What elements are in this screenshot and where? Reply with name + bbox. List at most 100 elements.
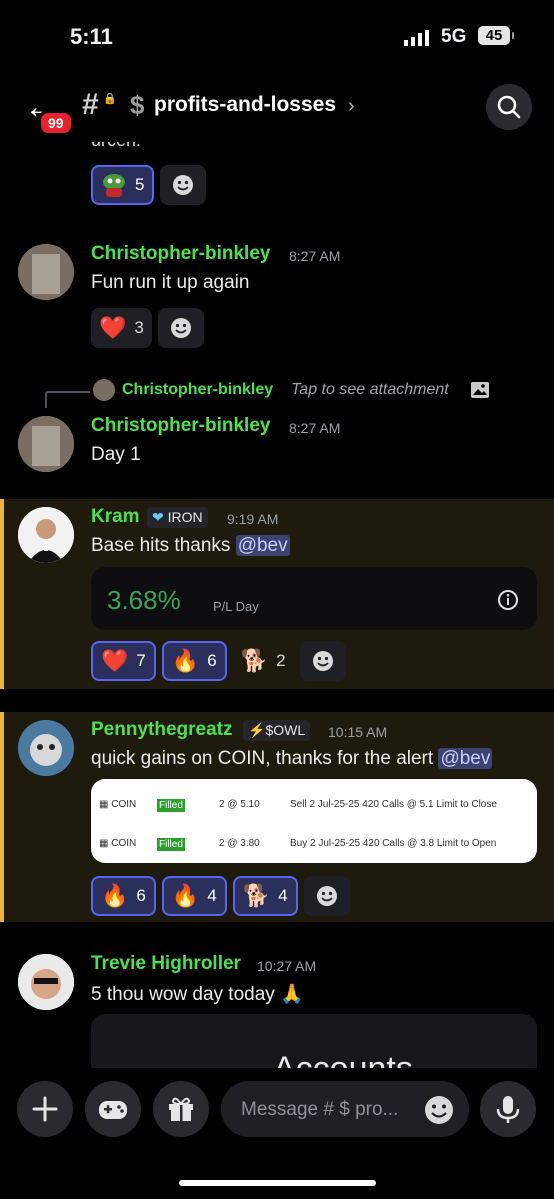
channel-header: ← 99 # 🔒 $ profits-and-losses › (0, 72, 554, 142)
reaction-fire[interactable]: 🔥 6 (91, 876, 156, 916)
add-reaction-button[interactable] (157, 308, 204, 348)
timestamp: 10:15 AM (328, 724, 388, 740)
voice-button[interactable] (480, 1081, 536, 1137)
gamepad-icon (99, 1101, 127, 1119)
emoji-picker-icon[interactable] (423, 1094, 455, 1126)
reaction-dog[interactable]: 🐕 2 (233, 641, 294, 681)
reply-preview[interactable]: Tap to see attachment (291, 381, 449, 399)
battery-icon: 45 (478, 26, 514, 45)
message-text: Fun run it up again (91, 272, 250, 293)
avatar[interactable] (18, 720, 74, 776)
message-item-highlighted: Pennythegreatz ⚡$OWL 10:15 AM quick gain… (0, 712, 554, 922)
signal-icon (404, 30, 429, 46)
gift-icon (169, 1097, 193, 1121)
fire-emoji: 🔥 (101, 883, 129, 908)
avatar[interactable] (18, 954, 74, 1010)
reaction-count: 2 (276, 651, 286, 670)
username[interactable]: Kram (91, 506, 140, 528)
message-item: Christopher-binkley 8:27 AM Fun run it u… (0, 236, 554, 356)
reaction-dog[interactable]: 🐕 4 (232, 876, 298, 916)
reaction-row: ❤️ 7 🔥 6 🐕 2 (91, 641, 346, 681)
dog-emoji: 🐕 (240, 648, 269, 673)
embed-card[interactable]: Accounts (91, 1014, 537, 1068)
gift-button[interactable] (153, 1081, 209, 1137)
timestamp: 9:19 AM (227, 511, 279, 527)
reply-avatar (93, 379, 115, 401)
reaction-fire[interactable]: 🔥 6 (161, 641, 227, 681)
smiley-icon (173, 175, 194, 195)
message-text: quick gains on COIN, thanks for the aler… (91, 748, 493, 769)
network-label: 5G (441, 26, 467, 47)
avatar[interactable] (18, 416, 74, 472)
reaction-count: 5 (135, 175, 145, 194)
dog-emoji: 🐕 (242, 883, 271, 908)
chevron-right-icon[interactable]: › (348, 95, 355, 118)
reaction-count: 4 (278, 886, 288, 905)
username[interactable]: Pennythegreatz (91, 719, 232, 741)
info-icon[interactable] (497, 589, 519, 611)
smiley-icon (170, 318, 191, 338)
lightning-icon: ⚡ (248, 722, 266, 738)
smiley-icon (316, 886, 337, 906)
reaction-count: 3 (134, 318, 144, 337)
pl-card[interactable]: 3.68% P/L Day (91, 567, 537, 630)
message-text: Day 1 (91, 444, 141, 465)
reply-username[interactable]: Christopher-binkley (122, 381, 273, 399)
add-attachment-button[interactable] (17, 1081, 73, 1137)
heart-emoji: ❤️ (99, 315, 127, 340)
reaction-count: 6 (207, 651, 217, 670)
message-input[interactable]: Message # $ pro... (221, 1081, 469, 1137)
reaction-row: ❤️ 3 (91, 308, 204, 348)
heart-icon: ❤ (152, 509, 164, 525)
reaction-heart[interactable]: ❤️ 7 (91, 641, 156, 681)
avatar[interactable] (18, 244, 74, 300)
add-reaction-button[interactable] (160, 165, 207, 205)
avatar[interactable] (18, 507, 74, 563)
reaction-row: 5 (91, 165, 207, 205)
status-bar: 5:11 5G 45 (0, 0, 554, 70)
dollar-icon: $ (130, 90, 145, 120)
message-item: Trevie Highroller 10:27 AM 5 thou wow da… (0, 946, 554, 1068)
message-placeholder: Message # $ pro... (241, 1099, 399, 1120)
pl-label: P/L Day (213, 599, 259, 614)
username[interactable]: Christopher-binkley (91, 415, 270, 437)
message-item-highlighted: Kram ❤ IRON 9:19 AM Base hits thanks @be… (0, 499, 554, 689)
status-time: 5:11 (70, 24, 113, 49)
order-row: ▦ COIN Filled 2 @ 3.80 Buy 2 Jul-25-25 4… (99, 838, 497, 851)
reaction-fire-alt[interactable]: 🔥 4 (161, 876, 227, 916)
message-text: Base hits thanks @bev (91, 535, 290, 556)
username[interactable]: Trevie Highroller (91, 953, 241, 975)
username[interactable]: Christopher-binkley (91, 243, 270, 265)
message-item: Christopher-binkley Tap to see attachmen… (0, 376, 554, 476)
timestamp: 10:27 AM (257, 958, 317, 974)
reaction-count: 7 (136, 651, 146, 670)
reaction-pepe[interactable]: 5 (91, 165, 155, 205)
activities-button[interactable] (85, 1081, 141, 1137)
cutoff-message-text: urcen! (91, 142, 141, 151)
embed-title: Accounts (273, 1050, 413, 1068)
grid-icon: ▦ (99, 838, 109, 849)
image-attachment[interactable]: ▦ COIN Filled 2 @ 5.10 Sell 2 Jul-25-25 … (91, 779, 537, 863)
channel-hash-icon: # (82, 88, 99, 121)
fire-emoji: 🔥 (171, 883, 200, 908)
message-text: 5 thou wow day today 🙏 (91, 984, 304, 1005)
home-indicator (179, 1180, 376, 1186)
pepe-emoji-icon (103, 174, 125, 197)
pl-value: 3.68% (107, 585, 181, 615)
search-button[interactable] (486, 84, 532, 130)
timestamp: 8:27 AM (289, 248, 341, 264)
message-feed[interactable]: urcen! 5 Christopher-binkley 8:27 AM Fun… (0, 142, 554, 1068)
order-row: ▦ COIN Filled 2 @ 5.10 Sell 2 Jul-25-25 … (99, 799, 497, 812)
smiley-icon (312, 651, 333, 671)
mention[interactable]: @bev (235, 535, 290, 556)
reaction-heart[interactable]: ❤️ 3 (91, 308, 152, 348)
add-reaction-button[interactable] (299, 641, 346, 681)
reaction-count: 4 (207, 886, 217, 905)
reaction-count: 6 (136, 886, 146, 905)
fire-emoji: 🔥 (171, 648, 200, 673)
reply-connector (45, 391, 90, 408)
grid-icon: ▦ (99, 799, 109, 810)
channel-name[interactable]: profits-and-losses (154, 93, 336, 117)
add-reaction-button[interactable] (303, 876, 350, 916)
mention[interactable]: @bev (438, 748, 493, 769)
